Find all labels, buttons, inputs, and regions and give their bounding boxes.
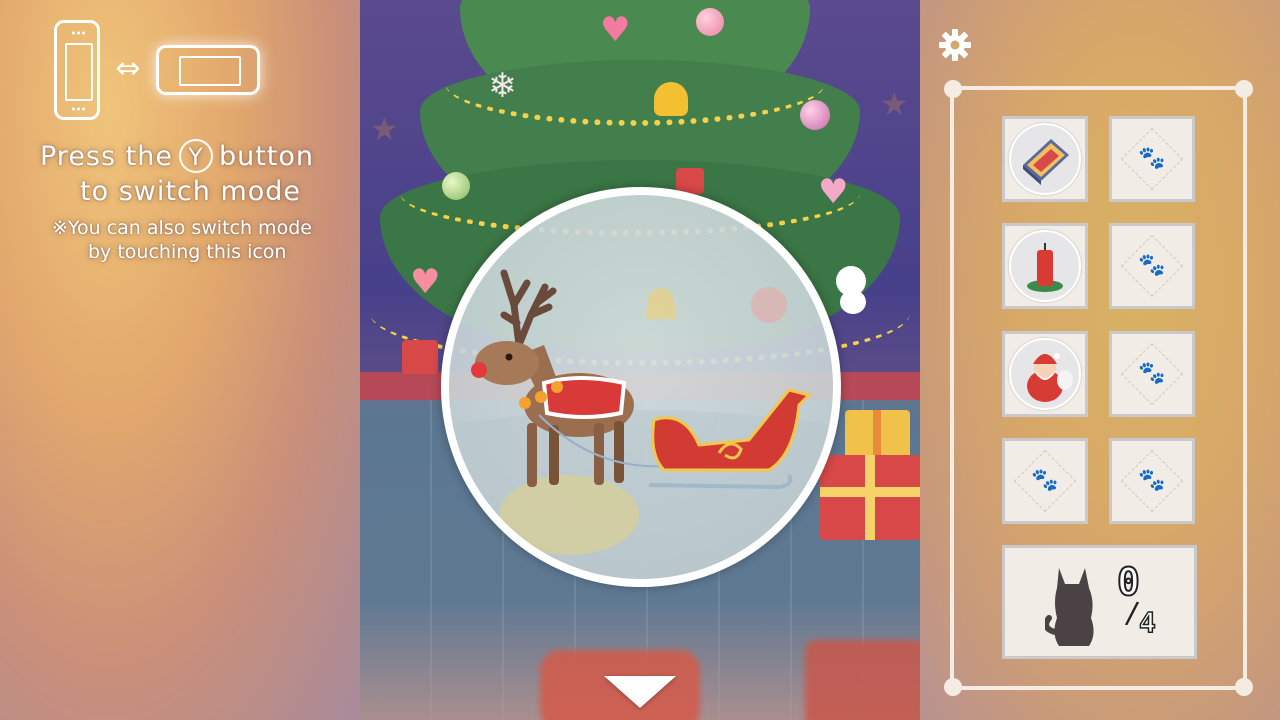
santa-figure-icon xyxy=(1009,338,1081,410)
swap-arrow-icon: ⇔ xyxy=(115,51,141,86)
handheld-buttons-bottom xyxy=(71,107,85,111)
reindeer-and-sleigh-icon xyxy=(449,269,833,579)
tv-mode-icon[interactable] xyxy=(156,45,260,95)
cat-counter: 0 / 4 xyxy=(1002,545,1197,659)
inventory-slot-filled[interactable] xyxy=(1002,331,1088,417)
black-cat-icon xyxy=(1045,568,1094,646)
red-present xyxy=(820,455,920,540)
frame-corner xyxy=(1235,678,1253,696)
paw-placeholder-icon: 🐾 xyxy=(1138,146,1166,171)
inventory-slot-empty[interactable]: 🐾 xyxy=(1002,438,1088,524)
hint-suffix: button xyxy=(218,140,315,172)
snowflake-ornament-icon: ❄ xyxy=(488,66,517,106)
magnifier-lens[interactable] xyxy=(441,187,841,587)
handheld-screen xyxy=(65,43,93,101)
inventory-slot-filled[interactable] xyxy=(1002,116,1088,202)
inventory-slot-empty[interactable]: 🐾 xyxy=(1109,331,1195,417)
hint-prefix: Press the xyxy=(40,140,173,172)
paw-placeholder-icon: 🐾 xyxy=(1031,468,1059,493)
tv-screen xyxy=(179,56,241,86)
frame-corner xyxy=(944,80,962,98)
frame-corner xyxy=(1235,80,1253,98)
red-candle-icon xyxy=(1009,230,1081,302)
gift-ornament-icon xyxy=(402,340,438,374)
mode-hint-line2: to switch mode xyxy=(80,176,302,207)
inventory-slot-empty[interactable]: 🐾 xyxy=(1109,438,1195,524)
scroll-down-arrow-icon[interactable] xyxy=(604,676,676,708)
heart-ornament-icon: ♥ xyxy=(410,262,441,302)
paw-placeholder-icon: 🐾 xyxy=(1138,253,1166,278)
snowman-body xyxy=(840,290,866,314)
handheld-mode-icon[interactable] xyxy=(54,20,100,120)
inventory-slot-filled[interactable] xyxy=(1002,223,1088,309)
y-button-icon: Y xyxy=(178,139,213,173)
paw-placeholder-icon: 🐾 xyxy=(1138,361,1166,386)
cats-total-count: 4 xyxy=(1138,605,1156,640)
mode-hint-note1: ※You can also switch mode xyxy=(52,217,312,239)
gear-icon[interactable] xyxy=(937,27,973,63)
frame-corner xyxy=(944,678,962,696)
paw-placeholder-icon: 🐾 xyxy=(1138,468,1166,493)
matchbox-icon xyxy=(1009,123,1081,195)
inventory-slot-empty[interactable]: 🐾 xyxy=(1109,223,1195,309)
heart-ornament-icon: ♥ xyxy=(600,10,631,50)
ornament-ball-icon xyxy=(696,8,724,36)
mode-hint-line1: Press the Y button xyxy=(40,139,314,173)
ornament-ball-icon xyxy=(800,100,830,130)
mode-hint-note2: by touching this icon xyxy=(88,241,287,263)
star-icon: ★ xyxy=(370,110,399,148)
foreground-present xyxy=(805,640,920,720)
handheld-buttons-top xyxy=(71,31,85,35)
star-icon: ★ xyxy=(880,85,909,123)
yellow-present xyxy=(845,410,910,460)
bell-ornament-icon xyxy=(654,82,688,116)
inventory-slot-empty[interactable]: 🐾 xyxy=(1109,116,1195,202)
